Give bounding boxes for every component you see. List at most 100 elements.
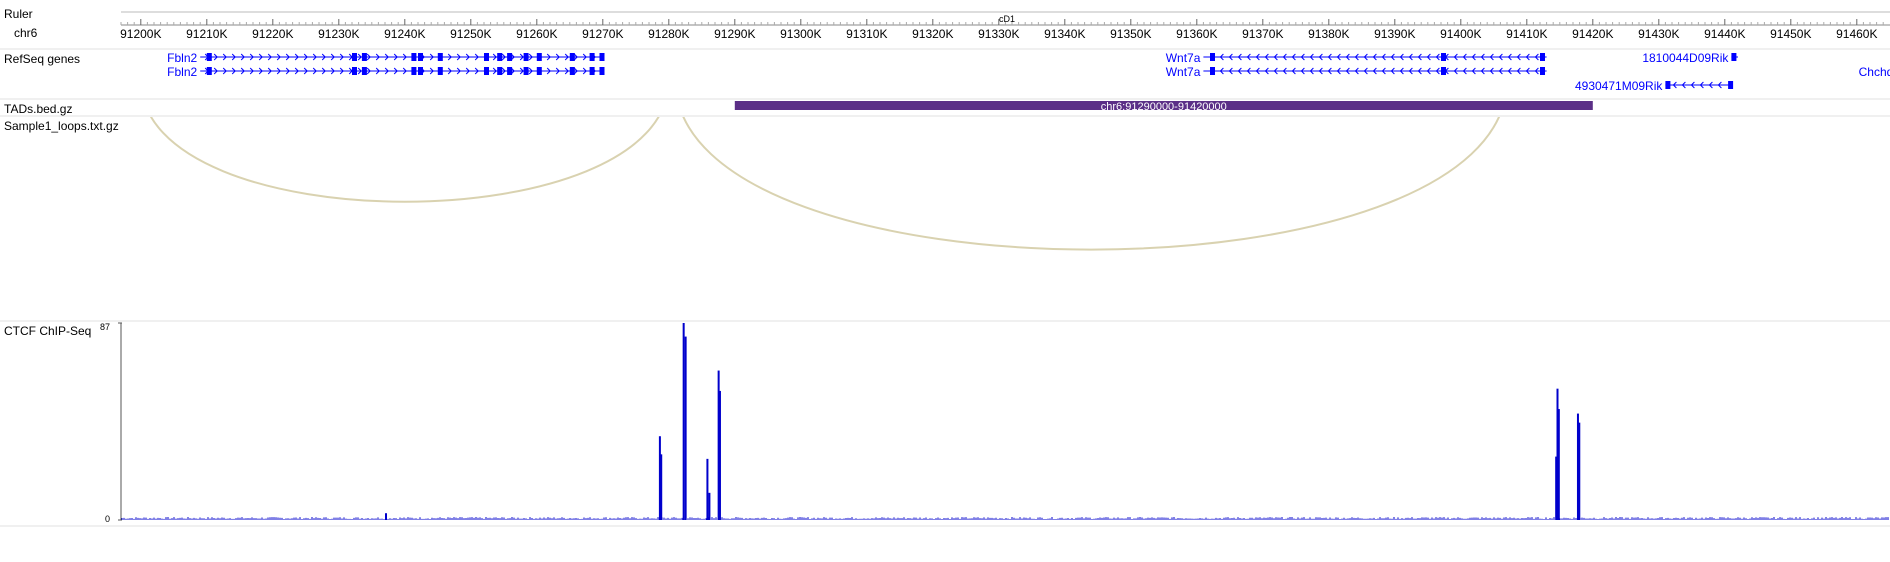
ruler-tick-label: 91230K bbox=[318, 27, 359, 41]
chip-peak bbox=[1555, 456, 1558, 520]
chip-peak bbox=[660, 454, 663, 520]
gene-exon bbox=[599, 67, 605, 75]
gene-label: Fbln2 bbox=[167, 65, 197, 79]
loops-track-label: Sample1_loops.txt.gz bbox=[4, 119, 119, 133]
gene-chchd4[interactable]: Chchd4 bbox=[1859, 65, 1890, 79]
gene-label: Wnt7a bbox=[1166, 65, 1201, 79]
gene-label: Fbln2 bbox=[167, 51, 197, 65]
ruler-tick-label: 91240K bbox=[384, 27, 425, 41]
gene-label: Wnt7a bbox=[1166, 51, 1201, 65]
gene-exon bbox=[437, 53, 443, 61]
tad-feature-label: chr6:91290000-91420000 bbox=[1101, 101, 1227, 113]
gene-exon bbox=[206, 53, 212, 61]
chip-peak bbox=[1578, 422, 1581, 520]
ruler-tick-label: 91280K bbox=[648, 27, 689, 41]
gene-exon bbox=[1540, 67, 1545, 75]
gene-exon bbox=[352, 67, 357, 75]
gene-exon bbox=[1210, 67, 1215, 75]
ruler-tick-label: 91210K bbox=[186, 27, 227, 41]
gene-exon bbox=[418, 67, 423, 75]
refseq-track-label: RefSeq genes bbox=[4, 52, 80, 66]
gene-fbln2[interactable]: Fbln2 bbox=[167, 51, 605, 65]
gene-1810044d09rik[interactable]: 1810044D09Rik bbox=[1642, 51, 1738, 65]
chip-max-label: 87 bbox=[100, 322, 110, 332]
loop-arc[interactable] bbox=[141, 80, 669, 203]
ruler-tick-label: 91200K bbox=[120, 27, 161, 41]
gene-wnt7a[interactable]: Wnt7a bbox=[1166, 51, 1547, 65]
ruler-track[interactable]: Ruler chr6 cD1 91200K 91210K 91220K 91230K 9… bbox=[4, 7, 1890, 41]
ruler-tick-label: 91390K bbox=[1374, 27, 1415, 41]
chip-peaks bbox=[385, 323, 1581, 520]
chip-peak bbox=[706, 458, 709, 520]
gene-exon bbox=[206, 67, 212, 75]
ruler-tick-label: 91440K bbox=[1704, 27, 1745, 41]
ruler-tick-label: 91460K bbox=[1836, 27, 1877, 41]
chip-peak bbox=[708, 492, 711, 520]
ruler-tick-label: 91270K bbox=[582, 27, 623, 41]
chip-peak bbox=[718, 390, 721, 520]
refseq-genes-track[interactable]: RefSeq genes Fbln2Fbln2 Wnt7aWnt7a 1810044… bbox=[4, 51, 1890, 93]
chip-peak bbox=[385, 513, 387, 520]
gene-label: 1810044D09Rik bbox=[1642, 51, 1729, 65]
gene-label: Chchd4 bbox=[1859, 65, 1890, 79]
gene-exon bbox=[497, 53, 503, 61]
ruler-tick-label: 91420K bbox=[1572, 27, 1613, 41]
gene-exon bbox=[589, 53, 595, 61]
gene-exon bbox=[536, 67, 542, 75]
ruler-tick-label: 91310K bbox=[846, 27, 887, 41]
ruler-tick-label: 91410K bbox=[1506, 27, 1547, 41]
chip-peak bbox=[684, 336, 687, 520]
chip-min-label: 0 bbox=[105, 514, 110, 524]
gene-wnt7a[interactable]: Wnt7a bbox=[1166, 65, 1547, 79]
chip-track-label: CTCF ChIP-Seq bbox=[4, 324, 91, 338]
gene-exon bbox=[484, 67, 489, 75]
gene-exon bbox=[1665, 81, 1671, 89]
gene-features[interactable]: Fbln2Fbln2 Wnt7aWnt7a 1810044D09Rik 4930471… bbox=[167, 51, 1890, 93]
gene-exon bbox=[507, 53, 513, 61]
ruler-tick-label: 91260K bbox=[516, 27, 557, 41]
ruler-tick-label: 91320K bbox=[912, 27, 953, 41]
ruler-tick-label: 91450K bbox=[1770, 27, 1811, 41]
gene-exon bbox=[589, 67, 595, 75]
cytoband-label: cD1 bbox=[999, 14, 1015, 24]
gene-exon bbox=[1441, 53, 1446, 61]
ruler-tick-label: 91250K bbox=[450, 27, 491, 41]
ruler-tick-label: 91400K bbox=[1440, 27, 1481, 41]
gene-4930471m09rik[interactable]: 4930471M09Rik bbox=[1575, 79, 1734, 93]
gene-fbln2[interactable]: Fbln2 bbox=[167, 65, 605, 79]
genome-browser: Ruler chr6 cD1 91200K 91210K 91220K 91230K 9… bbox=[0, 7, 1890, 527]
gene-exon bbox=[536, 53, 542, 61]
ruler-tick-label: 91220K bbox=[252, 27, 293, 41]
ruler-tick-label: 91290K bbox=[714, 27, 755, 41]
gene-exon bbox=[569, 67, 575, 75]
gene-exon bbox=[361, 67, 367, 75]
ruler-tick-label: 91380K bbox=[1308, 27, 1349, 41]
chip-peak bbox=[682, 323, 685, 520]
gene-exon bbox=[484, 53, 489, 61]
tads-track-label: TADs.bed.gz bbox=[4, 102, 72, 116]
chromosome-label: chr6 bbox=[14, 26, 38, 40]
gene-exon bbox=[411, 53, 417, 61]
ruler-tick-label: 91430K bbox=[1638, 27, 1679, 41]
chip-seq-track[interactable]: CTCF ChIP-Seq 87 0 bbox=[4, 322, 1889, 524]
gene-exon bbox=[1731, 53, 1737, 61]
gene-exon bbox=[599, 53, 605, 61]
ruler-tick-label: 91300K bbox=[780, 27, 821, 41]
ruler-tick-label: 91340K bbox=[1044, 27, 1085, 41]
tads-track[interactable]: TADs.bed.gz chr6:91290000-91420000 bbox=[4, 101, 1593, 116]
gene-exon bbox=[1728, 81, 1734, 89]
gene-label: 4930471M09Rik bbox=[1575, 79, 1663, 93]
gene-exon bbox=[437, 67, 443, 75]
ruler-tick-label: 91370K bbox=[1242, 27, 1283, 41]
gene-exon bbox=[523, 67, 529, 75]
ruler-tick-label: 91330K bbox=[978, 27, 1019, 41]
chip-peak bbox=[1557, 409, 1560, 520]
ruler-tick-label: 91360K bbox=[1176, 27, 1217, 41]
ruler-tick-label: 91350K bbox=[1110, 27, 1151, 41]
gene-exon bbox=[569, 53, 575, 61]
gene-exon bbox=[352, 53, 357, 61]
gene-exon bbox=[523, 53, 529, 61]
gene-exon bbox=[361, 53, 367, 61]
gene-exon bbox=[1540, 53, 1545, 61]
gene-exon bbox=[418, 53, 423, 61]
